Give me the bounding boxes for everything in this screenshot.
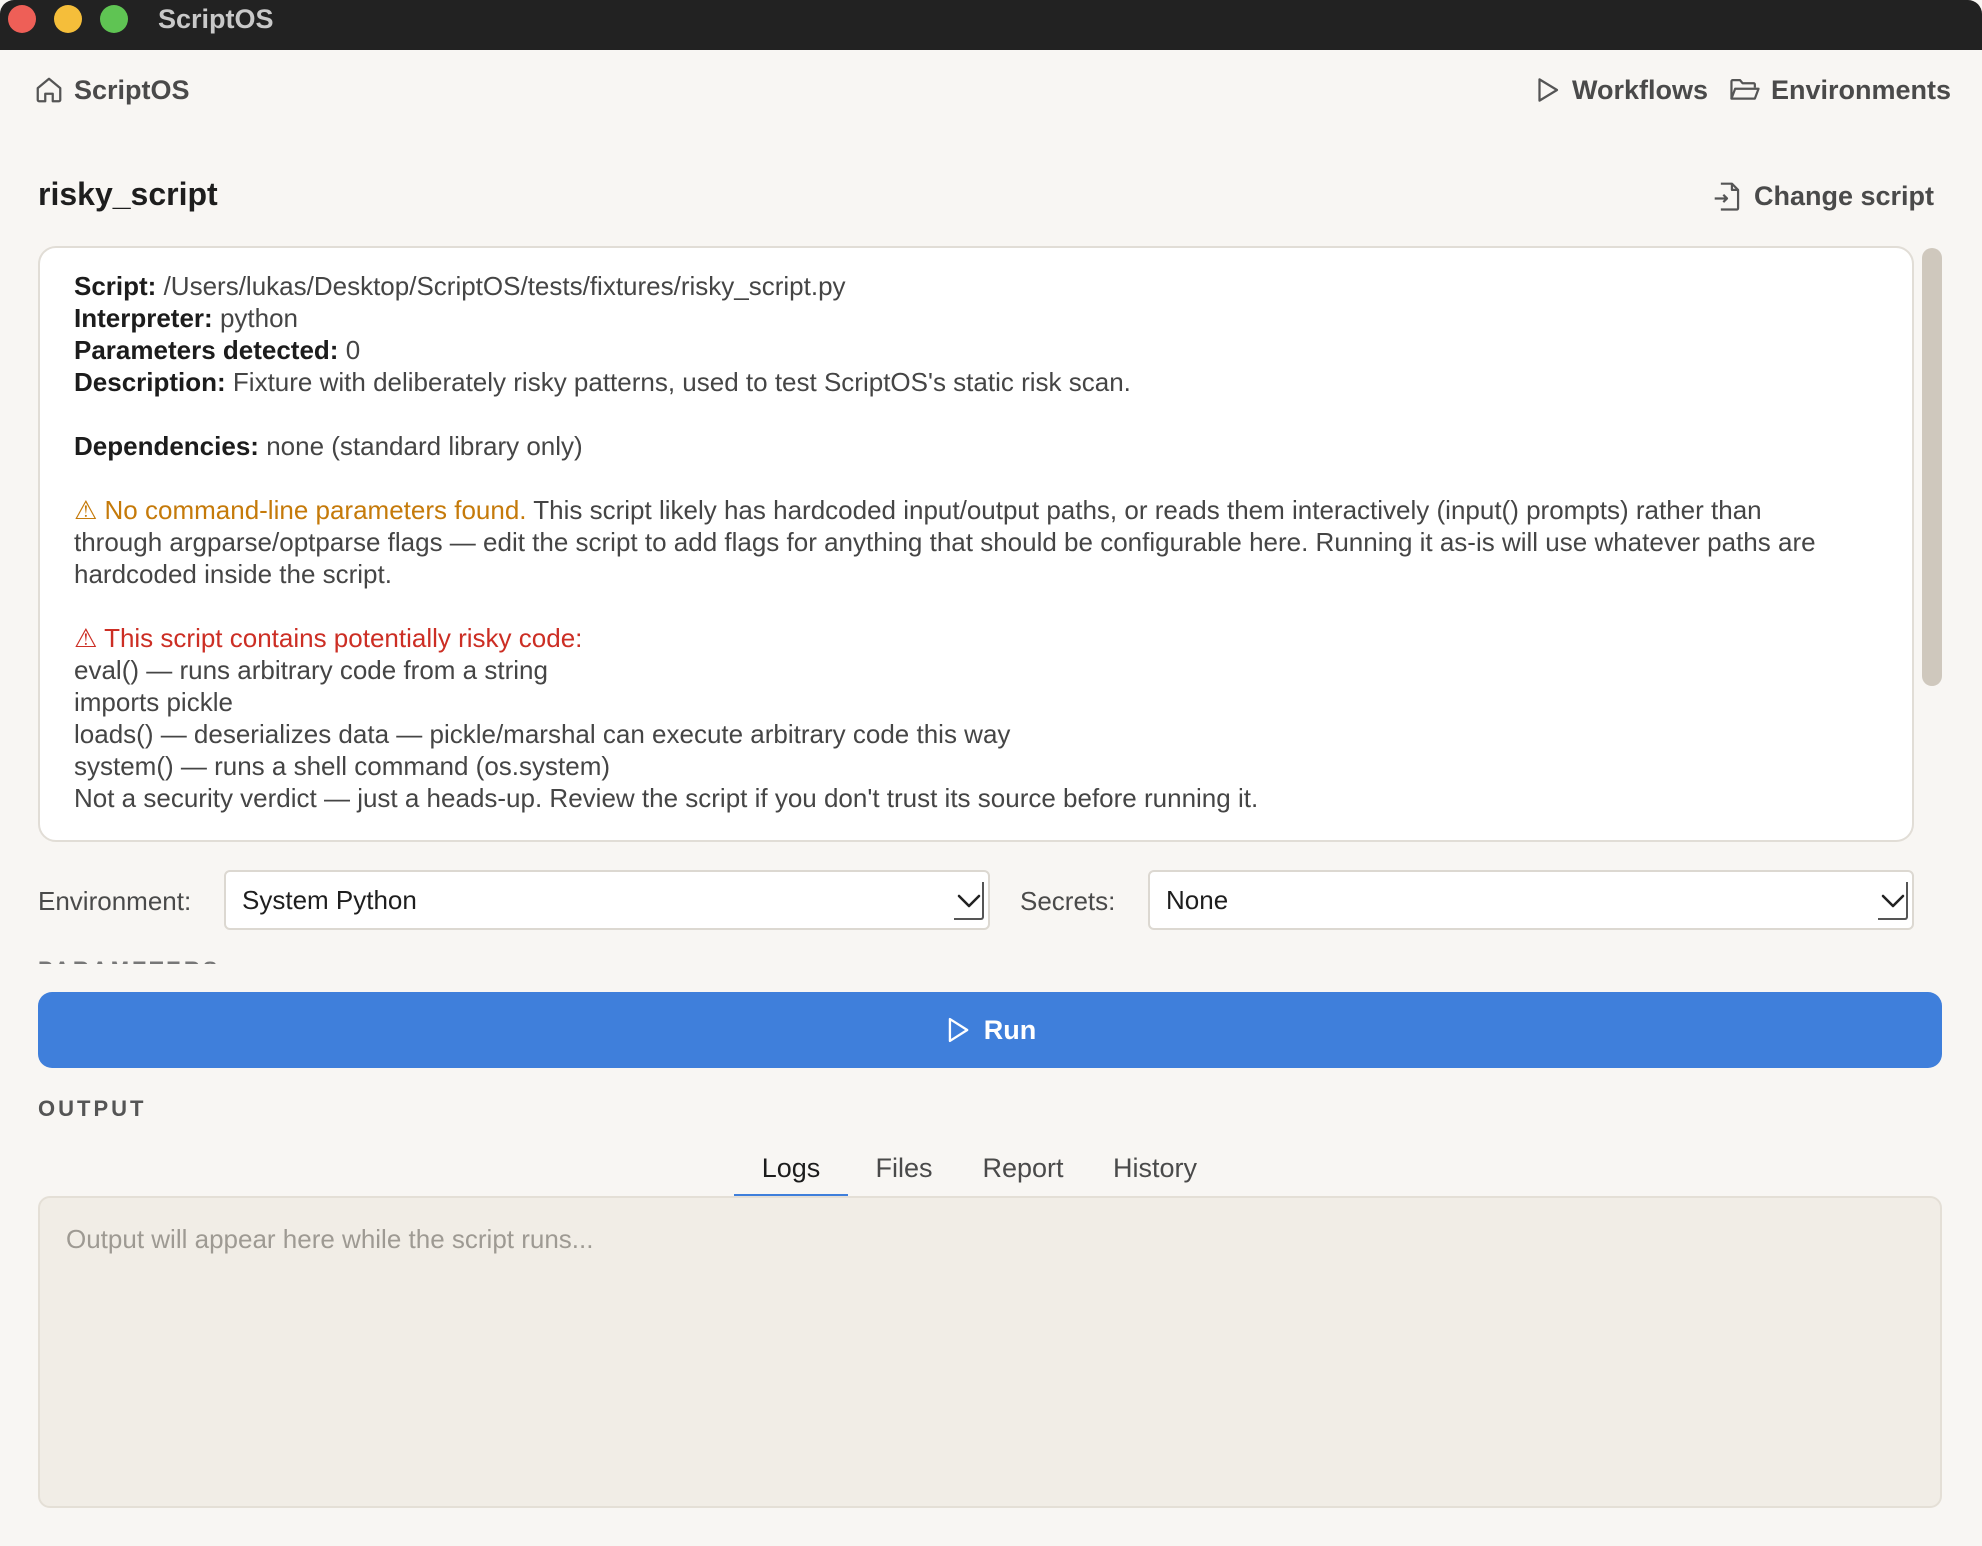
risk-footer: Not a security verdict — just a heads-up… [74, 783, 1259, 813]
app-window: ScriptOS ScriptOS Workflows Environments… [0, 0, 1982, 1546]
change-script-button[interactable]: Change script [1712, 176, 1934, 216]
description-value: Fixture with deliberately risky patterns… [232, 367, 1131, 397]
dependencies-row: Dependencies: none (standard library onl… [74, 431, 583, 461]
folder-open-icon [1730, 79, 1760, 100]
secrets-select-value: None [1166, 884, 1229, 915]
chevron-down-icon [1878, 882, 1908, 920]
script-title: risky_script [38, 176, 218, 212]
tab-history[interactable]: History [1086, 1148, 1224, 1198]
params-detected-value: 0 [345, 335, 361, 365]
title-bar: ScriptOS [0, 0, 1982, 50]
nav-home-label: ScriptOS [74, 74, 190, 105]
interpreter-value: python [219, 303, 299, 333]
file-import-icon [1714, 182, 1740, 211]
play-icon [948, 1017, 969, 1043]
change-script-label: Change script [1754, 180, 1935, 211]
home-icon [36, 77, 62, 103]
tab-report[interactable]: Report [960, 1148, 1086, 1198]
tab-files[interactable]: Files [848, 1148, 960, 1198]
script-info-card: Script: /Users/lukas/Desktop/ScriptOS/te… [38, 246, 1914, 842]
log-output-placeholder: Output will appear here while the script… [66, 1224, 594, 1254]
environment-select-value: System Python [242, 884, 417, 915]
output-tabs: Logs Files Report History [734, 1148, 1242, 1198]
params-detected-row: Parameters detected: 0 [74, 335, 361, 365]
nav-home-link[interactable]: ScriptOS [34, 72, 190, 108]
environment-label: Environment: [38, 886, 192, 916]
risk-warning: ⚠ This script contains potentially risky… [74, 622, 1878, 814]
risk-warning-title: ⚠ This script contains potentially risky… [74, 623, 583, 653]
run-button[interactable]: Run [38, 992, 1942, 1068]
close-window-button[interactable] [8, 5, 36, 33]
interpreter-row: Interpreter: python [74, 303, 299, 333]
log-output-area[interactable]: Output will appear here while the script… [38, 1196, 1942, 1508]
nav-workflows-label: Workflows [1572, 74, 1709, 105]
no-params-warning-title: ⚠ No command-line parameters found. [74, 495, 527, 525]
script-path: /Users/lukas/Desktop/ScriptOS/tests/fixt… [163, 271, 846, 301]
nav-workflows-link[interactable]: Workflows [1532, 72, 1708, 108]
risk-item: eval() — runs arbitrary code from a stri… [74, 655, 548, 685]
minimize-window-button[interactable] [54, 5, 82, 33]
script-path-row: Script: /Users/lukas/Desktop/ScriptOS/te… [74, 271, 846, 301]
risk-item: system() — runs a shell command (os.syst… [74, 751, 611, 781]
page-scrollbar[interactable] [1922, 248, 1942, 686]
zoom-window-button[interactable] [100, 5, 128, 33]
no-params-warning: ⚠ No command-line parameters found. This… [74, 495, 1816, 589]
description-row: Description: Fixture with deliberately r… [74, 367, 1131, 397]
secrets-label: Secrets: [1020, 886, 1116, 916]
run-button-label: Run [983, 1014, 1037, 1045]
chevron-down-icon [954, 882, 984, 920]
output-section-label: OUTPUT [38, 1096, 147, 1121]
nav-environments-label: Environments [1771, 74, 1952, 105]
risk-item: loads() — deserializes data — pickle/mar… [74, 719, 1011, 749]
window-title: ScriptOS [158, 4, 274, 34]
environment-select[interactable]: System Python [224, 870, 990, 930]
tab-logs[interactable]: Logs [734, 1148, 848, 1198]
top-nav: ScriptOS Workflows Environments [0, 50, 1982, 130]
parameters-section-label: PARAMETERS [38, 952, 218, 964]
dependencies-value: none (standard library only) [266, 431, 583, 461]
risk-item: imports pickle [74, 687, 233, 717]
nav-environments-link[interactable]: Environments [1729, 72, 1951, 108]
secrets-select[interactable]: None [1148, 870, 1914, 930]
play-icon [1538, 78, 1559, 102]
